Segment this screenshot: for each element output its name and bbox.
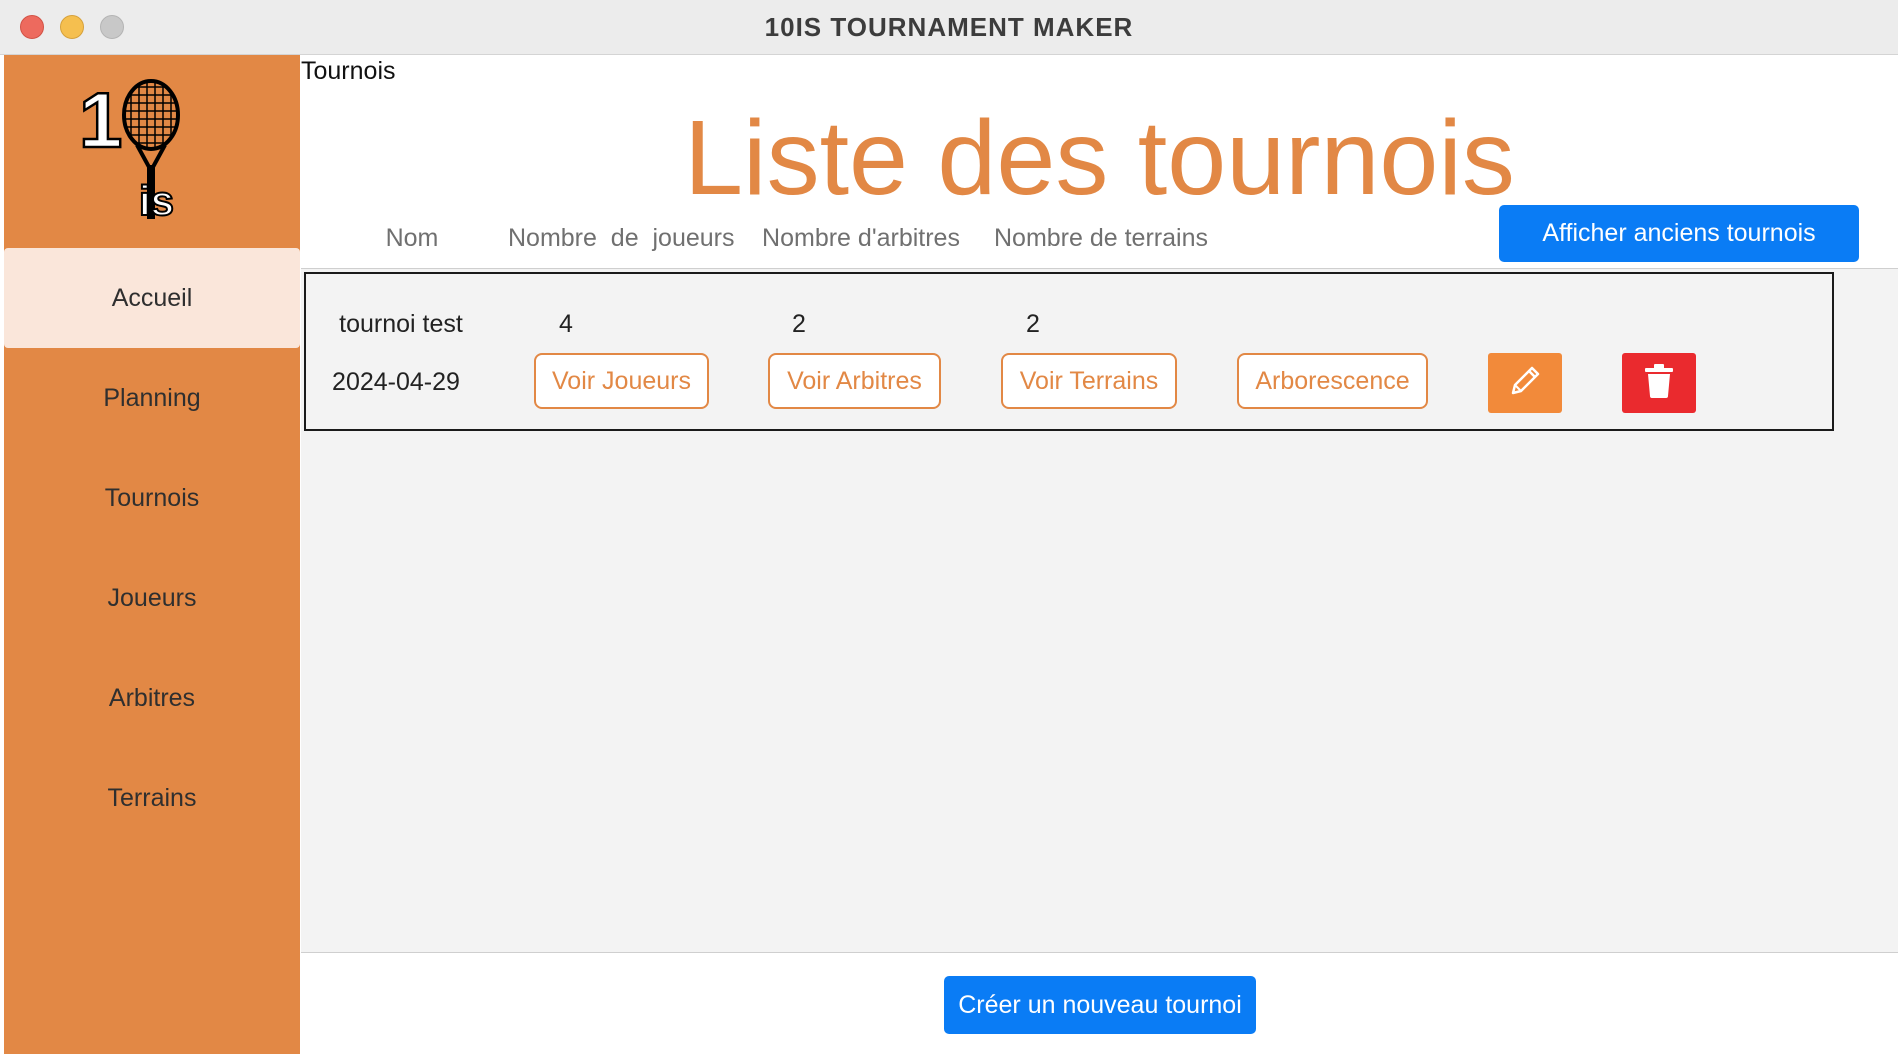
bracket-tree-button[interactable]: Arborescence xyxy=(1237,353,1428,409)
edit-tournament-button[interactable] xyxy=(1488,353,1562,413)
svg-text:1: 1 xyxy=(79,76,122,164)
view-players-button[interactable]: Voir Joueurs xyxy=(534,353,709,409)
sidebar-item-planning[interactable]: Planning xyxy=(4,348,300,448)
view-referees-button[interactable]: Voir Arbitres xyxy=(768,353,941,409)
trash-icon xyxy=(1642,363,1676,404)
app-logo: 1 is xyxy=(78,75,204,225)
tournament-list: tournoi test 2024-04-29 4 2 2 Voir Joueu… xyxy=(301,268,1898,953)
sidebar-item-arbitres[interactable]: Arbitres xyxy=(4,648,300,748)
app-window: 10IS TOURNAMENT MAKER 1 is Accueil Plann… xyxy=(0,0,1898,1054)
sidebar-item-accueil[interactable]: Accueil xyxy=(4,248,300,348)
column-header-joueurs: Nombre de joueurs xyxy=(508,224,735,252)
pencil-icon xyxy=(1505,361,1545,406)
sidebar: 1 is Accueil Planning Tournois Joueurs A… xyxy=(4,55,300,1054)
create-tournament-button[interactable]: Créer un nouveau tournoi xyxy=(944,976,1256,1034)
column-header-terrains: Nombre de terrains xyxy=(994,224,1208,252)
tournament-date: 2024-04-29 xyxy=(332,368,460,396)
page-title: Liste des tournois xyxy=(684,99,1515,217)
sidebar-item-joueurs[interactable]: Joueurs xyxy=(4,548,300,648)
show-old-tournaments-button[interactable]: Afficher anciens tournois xyxy=(1499,205,1859,262)
sidebar-item-terrains[interactable]: Terrains xyxy=(4,748,300,848)
tournament-name: tournoi test xyxy=(339,310,463,338)
delete-tournament-button[interactable] xyxy=(1622,353,1696,413)
window-title: 10IS TOURNAMENT MAKER xyxy=(764,12,1134,42)
tournament-court-count: 2 xyxy=(1026,310,1040,338)
svg-text:is: is xyxy=(139,177,174,220)
breadcrumb: Tournois xyxy=(301,57,396,85)
tournament-referee-count: 2 xyxy=(792,310,806,338)
column-header-nom: Nom xyxy=(385,224,439,252)
view-courts-button[interactable]: Voir Terrains xyxy=(1001,353,1177,409)
title-bar: 10IS TOURNAMENT MAKER xyxy=(0,0,1898,55)
sidebar-item-tournois[interactable]: Tournois xyxy=(4,448,300,548)
column-header-arbitres: Nombre d'arbitres xyxy=(762,224,960,252)
tournament-row: tournoi test 2024-04-29 4 2 2 Voir Joueu… xyxy=(304,272,1834,431)
tournament-player-count: 4 xyxy=(559,310,573,338)
